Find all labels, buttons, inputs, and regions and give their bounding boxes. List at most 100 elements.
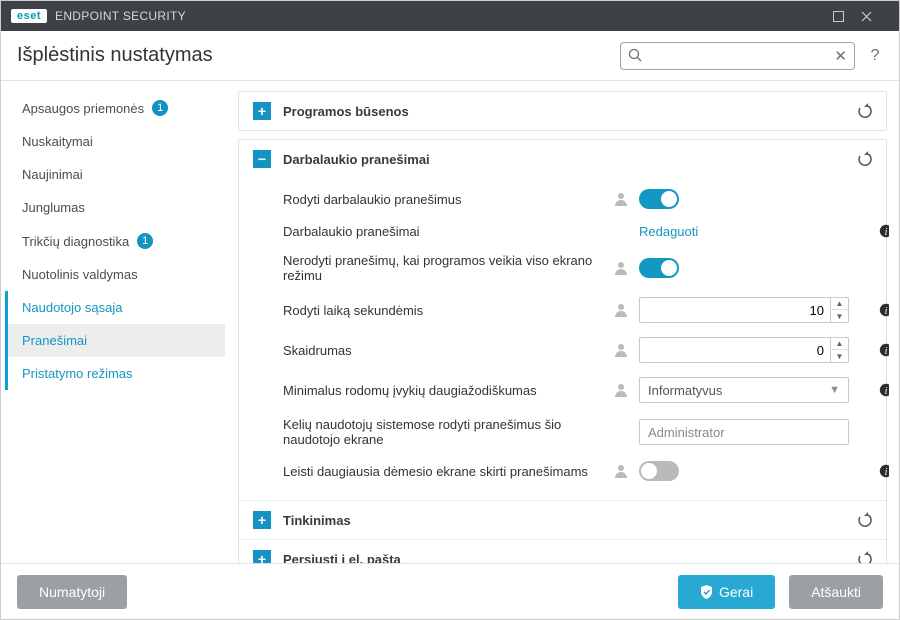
toggle-show-desktop-notifications[interactable] — [639, 189, 679, 209]
search-input[interactable] — [620, 42, 855, 70]
select-min-verbosity[interactable]: Informatyvus ▼ — [639, 377, 849, 403]
setting-label: Rodyti laiką sekundėmis — [283, 303, 603, 318]
app-window: eset ENDPOINT SECURITY Išplėstinis nusta… — [0, 0, 900, 620]
svg-text:i: i — [885, 306, 888, 317]
brand: eset ENDPOINT SECURITY — [11, 9, 186, 23]
row-transparency: Skaidrumas ▲▼ i — [283, 330, 872, 370]
step-up-icon[interactable]: ▲ — [831, 298, 848, 311]
svg-text:i: i — [885, 386, 888, 397]
setting-label: Nerodyti pranešimų, kai programos veikia… — [283, 253, 603, 283]
input-value[interactable] — [640, 303, 830, 318]
badge-count: 1 — [137, 233, 153, 249]
svg-text:i: i — [885, 346, 888, 357]
user-icon — [613, 260, 629, 276]
undo-icon[interactable] — [856, 551, 872, 563]
undo-icon[interactable] — [856, 512, 872, 528]
sidebar-item-label: Nuskaitymai — [22, 134, 93, 149]
body: Apsaugos priemonės 1 Nuskaitymai Naujini… — [1, 81, 899, 563]
input-transparency[interactable]: ▲▼ — [639, 337, 849, 363]
row-multi-user: Kelių naudotojų sistemose rodyti praneši… — [283, 410, 872, 454]
sidebar-item-ui[interactable]: Naudotojo sąsaja — [5, 291, 225, 324]
sidebar-item-presentation-mode[interactable]: Pristatymo režimas — [5, 357, 225, 390]
toggle-allow-focus[interactable] — [639, 461, 679, 481]
toggle-no-fullscreen[interactable] — [639, 258, 679, 278]
row-min-verbosity: Minimalus rodomų įvykių daugiažodiškumas… — [283, 370, 872, 410]
step-up-icon[interactable]: ▲ — [831, 338, 848, 351]
panel-header[interactable]: + Programos būsenos — [239, 92, 886, 130]
undo-icon[interactable] — [856, 151, 872, 167]
undo-icon[interactable] — [856, 103, 872, 119]
sidebar-item-notifications[interactable]: Pranešimai — [5, 324, 225, 357]
select-value: Informatyvus — [648, 383, 722, 398]
sidebar-item-label: Junglumas — [22, 200, 85, 215]
panel-title: Programos būsenos — [283, 104, 409, 119]
user-icon — [613, 463, 629, 479]
sidebar-item-label: Trikčių diagnostika — [22, 234, 129, 249]
user-icon — [613, 342, 629, 358]
sidebar-item-protection[interactable]: Apsaugos priemonės 1 — [5, 91, 225, 125]
window-close-icon[interactable] — [861, 11, 889, 22]
shield-icon — [700, 585, 713, 599]
chevron-down-icon: ▼ — [829, 384, 840, 396]
sidebar-item-connectivity[interactable]: Junglumas — [5, 191, 225, 224]
sidebar-item-label: Pranešimai — [22, 333, 87, 348]
product-name: ENDPOINT SECURITY — [55, 9, 186, 23]
window-maximize-icon[interactable] — [833, 11, 861, 22]
ok-button[interactable]: Gerai — [678, 575, 775, 609]
footer: Numatytoji Gerai Atšaukti — [1, 563, 899, 619]
input-multi-user[interactable]: Administrator — [639, 419, 849, 445]
panel-title: Persiųsti į el. paštą — [283, 552, 401, 564]
page-title: Išplėstinis nustatymas — [17, 44, 213, 67]
step-down-icon[interactable]: ▼ — [831, 350, 848, 363]
expand-icon[interactable]: + — [253, 102, 271, 120]
step-down-icon[interactable]: ▼ — [831, 310, 848, 323]
input-show-time-seconds[interactable]: ▲▼ — [639, 297, 849, 323]
row-no-notifications-fullscreen: Nerodyti pranešimų, kai programos veikia… — [283, 246, 872, 290]
setting-label: Leisti daugiausia dėmesio ekrane skirti … — [283, 464, 603, 479]
input-value: Administrator — [648, 425, 725, 440]
panel-desktop-notifications: − Darbalaukio pranešimai Rodyti darbalau… — [238, 139, 887, 563]
svg-text:i: i — [885, 227, 888, 238]
user-icon — [613, 382, 629, 398]
info-icon[interactable]: i — [879, 343, 889, 357]
sidebar-item-label: Apsaugos priemonės — [22, 101, 144, 116]
main-scroll[interactable]: + Programos būsenos − Darbalaukio praneš… — [232, 81, 889, 563]
row-desktop-notifications-edit: Darbalaukio pranešimai Redaguoti i — [283, 216, 872, 246]
edit-link[interactable]: Redaguoti — [639, 224, 698, 239]
setting-label: Darbalaukio pranešimai — [283, 224, 603, 239]
cancel-button[interactable]: Atšaukti — [789, 575, 883, 609]
stepper[interactable]: ▲▼ — [830, 298, 848, 323]
sidebar-item-label: Nuotolinis valdymas — [22, 267, 138, 282]
info-icon[interactable]: i — [879, 464, 889, 478]
sidebar-item-updates[interactable]: Naujinimai — [5, 158, 225, 191]
panel-body: Rodyti darbalaukio pranešimus Darbalauki… — [239, 178, 886, 500]
search-box: ✕ — [620, 42, 855, 70]
main: + Programos būsenos − Darbalaukio praneš… — [226, 81, 899, 563]
user-icon — [613, 191, 629, 207]
info-icon[interactable]: i — [879, 303, 889, 317]
expand-icon[interactable]: + — [253, 550, 271, 563]
panel-header-forward-email[interactable]: + Persiųsti į el. paštą — [239, 539, 886, 563]
clear-search-icon[interactable]: ✕ — [834, 47, 847, 65]
info-icon[interactable]: i — [879, 383, 889, 397]
setting-label: Skaidrumas — [283, 343, 603, 358]
input-value[interactable] — [640, 343, 830, 358]
stepper[interactable]: ▲▼ — [830, 338, 848, 363]
help-button[interactable]: ? — [867, 47, 883, 65]
row-allow-focus: Leisti daugiausia dėmesio ekrane skirti … — [283, 454, 872, 488]
row-show-time-seconds: Rodyti laiką sekundėmis ▲▼ i — [283, 290, 872, 330]
collapse-icon[interactable]: − — [253, 150, 271, 168]
header: Išplėstinis nustatymas ✕ ? — [1, 31, 899, 81]
sidebar-item-scans[interactable]: Nuskaitymai — [5, 125, 225, 158]
sidebar-item-label: Naujinimai — [22, 167, 83, 182]
svg-text:i: i — [885, 467, 888, 478]
default-button[interactable]: Numatytoji — [17, 575, 127, 609]
sidebar-item-diagnostics[interactable]: Trikčių diagnostika 1 — [5, 224, 225, 258]
panel-header-customization[interactable]: + Tinkinimas — [239, 500, 886, 539]
sidebar-item-remote[interactable]: Nuotolinis valdymas — [5, 258, 225, 291]
panel-header[interactable]: − Darbalaukio pranešimai — [239, 140, 886, 178]
expand-icon[interactable]: + — [253, 511, 271, 529]
brand-logo: eset — [11, 9, 47, 23]
info-icon[interactable]: i — [879, 224, 889, 238]
setting-label: Rodyti darbalaukio pranešimus — [283, 192, 603, 207]
